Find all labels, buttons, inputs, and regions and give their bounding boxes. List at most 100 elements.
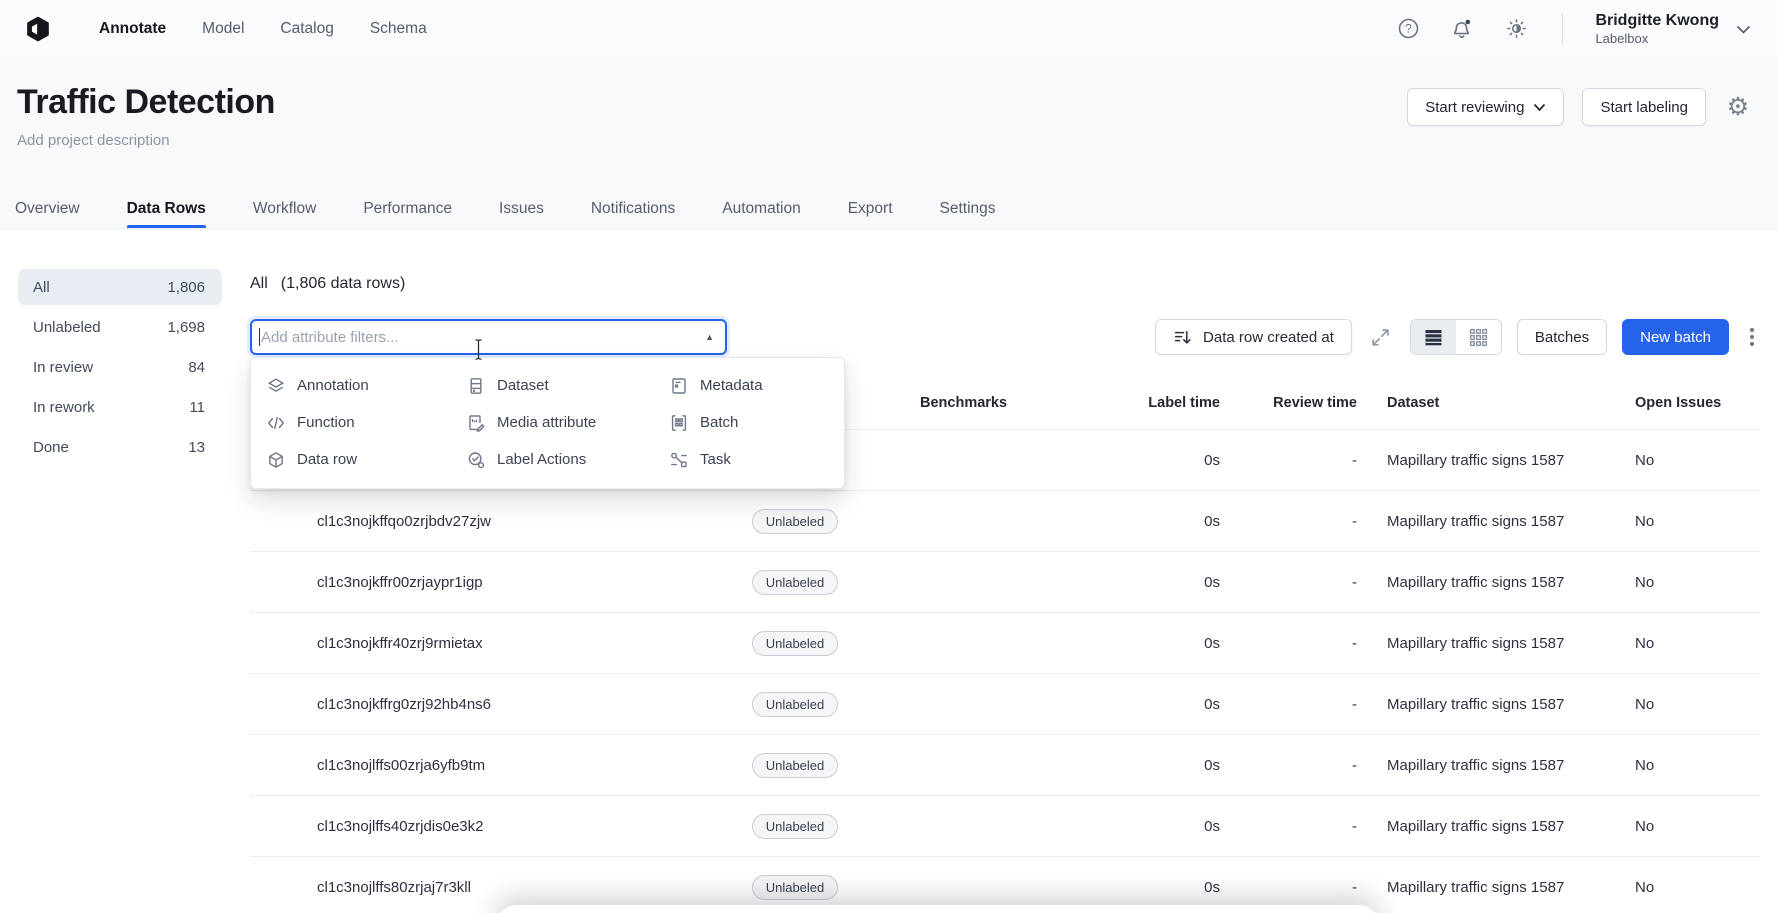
- project-settings-gear-icon[interactable]: ⚙: [1724, 93, 1752, 121]
- user-org: Labelbox: [1595, 31, 1649, 46]
- header-review-time[interactable]: Review time: [1220, 395, 1357, 411]
- filter-menu-item-function[interactable]: Function: [266, 404, 466, 441]
- sort-by-button[interactable]: Data row created at: [1155, 319, 1352, 355]
- start-reviewing-button[interactable]: Start reviewing: [1407, 88, 1565, 126]
- top-nav: Annotate Model Catalog Schema ? Bridgitt…: [0, 0, 1777, 57]
- status-filter-count: 84: [188, 358, 205, 376]
- grid-view-icon[interactable]: [1456, 320, 1501, 354]
- data-row-id[interactable]: cl1c3nojkffqo0zrjbdv27zjw: [250, 513, 690, 530]
- review-time-cell: -: [1352, 817, 1357, 835]
- label-actions-icon: [466, 450, 486, 470]
- project-tabs: Overview Data Rows Workflow Performance Issu…: [0, 189, 1777, 229]
- status-filter-label: In rework: [33, 398, 95, 416]
- user-menu[interactable]: Bridgitte Kwong Labelbox: [1595, 11, 1752, 46]
- filter-menu-item-data-row[interactable]: Data row: [266, 441, 466, 478]
- open-issues-cell: No: [1635, 878, 1655, 896]
- table-row[interactable]: cl1c3nojkffr40zrj9rmietax Unlabeled 0s -…: [250, 612, 1760, 673]
- tab[interactable]: Workflow: [253, 189, 316, 228]
- nav-item[interactable]: Catalog: [280, 20, 333, 38]
- data-row-id[interactable]: cl1c3nojkffr40zrj9rmietax: [250, 635, 690, 652]
- table-body: 0s - Mapillary traffic signs 1587 No cl1…: [250, 429, 1760, 913]
- data-row-id[interactable]: cl1c3nojkffr00zrjaypr1igp: [250, 574, 690, 591]
- table-row[interactable]: cl1c3nojlffs00zrja6yfb9tm Unlabeled 0s -…: [250, 734, 1760, 795]
- table-row[interactable]: cl1c3nojkffqo0zrjbdv27zjw Unlabeled 0s -…: [250, 490, 1760, 551]
- dataset-cell: Mapillary traffic signs 1587: [1387, 756, 1565, 774]
- data-row-id[interactable]: cl1c3nojlffs00zrja6yfb9tm: [250, 757, 690, 774]
- tab[interactable]: Settings: [940, 189, 996, 228]
- filter-menu-item-batch[interactable]: Batch: [669, 404, 831, 441]
- data-row-id[interactable]: cl1c3nojlffs80zrjaj7r3kll: [250, 879, 690, 896]
- data-row-icon: [266, 450, 286, 470]
- status-filter-item[interactable]: In rework 11: [18, 389, 222, 425]
- filter-menu-item-task[interactable]: Task: [669, 441, 831, 478]
- dataset-cell: Mapillary traffic signs 1587: [1387, 817, 1565, 835]
- tab[interactable]: Performance: [363, 189, 452, 228]
- bottom-overlay-shadow: [495, 905, 1380, 913]
- review-time-cell: -: [1352, 451, 1357, 469]
- header-dataset[interactable]: Dataset: [1357, 395, 1605, 411]
- table-row[interactable]: cl1c3nojlffs40zrjdis0e3k2 Unlabeled 0s -…: [250, 795, 1760, 856]
- nav-divider: [1562, 12, 1564, 45]
- new-batch-button[interactable]: New batch: [1622, 319, 1729, 355]
- header-label-time[interactable]: Label time: [1070, 395, 1220, 411]
- project-description-placeholder[interactable]: Add project description: [17, 132, 1752, 149]
- content-area: All 1,806 Unlabeled 1,698 In review 84 I…: [0, 229, 1777, 913]
- toolbar-right: Data row created at Batches New batch: [1155, 319, 1760, 355]
- svg-text:?: ?: [1405, 22, 1412, 36]
- review-time-cell: -: [1352, 756, 1357, 774]
- tab[interactable]: Overview: [15, 189, 80, 228]
- status-filter-label: In review: [33, 358, 94, 376]
- dataset-cell: Mapillary traffic signs 1587: [1387, 878, 1565, 896]
- data-row-id[interactable]: cl1c3nojkffrg0zrj92hb4ns6: [250, 696, 690, 713]
- status-filter-item[interactable]: All 1,806: [18, 269, 222, 305]
- help-icon[interactable]: ?: [1394, 15, 1422, 43]
- status-filter-item[interactable]: In review 84: [18, 349, 222, 385]
- header-benchmarks[interactable]: Benchmarks: [900, 395, 1070, 411]
- tab[interactable]: Data Rows: [126, 189, 207, 228]
- status-badge: Unlabeled: [751, 630, 839, 656]
- batches-button[interactable]: Batches: [1516, 319, 1608, 355]
- tab[interactable]: Issues: [499, 189, 544, 228]
- filter-menu-item-dataset[interactable]: Dataset: [466, 367, 669, 404]
- label-time-cell: 0s: [1204, 573, 1220, 591]
- expand-view-icon[interactable]: [1367, 323, 1395, 351]
- open-issues-cell: No: [1635, 695, 1655, 713]
- labelbox-logo-icon[interactable]: [25, 16, 51, 42]
- top-nav-right: ? Bridgitte Kwong Labelbox: [1394, 11, 1752, 46]
- status-badge: Unlabeled: [751, 569, 839, 595]
- start-labeling-button[interactable]: Start labeling: [1582, 88, 1706, 126]
- status-filter-item[interactable]: Done 13: [18, 429, 222, 465]
- nav-item[interactable]: Schema: [370, 20, 427, 38]
- more-options-kebab-icon[interactable]: [1744, 324, 1760, 350]
- user-name: Bridgitte Kwong: [1595, 12, 1719, 29]
- data-rows-summary: All (1,806 data rows): [250, 275, 406, 292]
- nav-item[interactable]: Annotate: [99, 20, 166, 38]
- table-row[interactable]: cl1c3nojkffr00zrjaypr1igp Unlabeled 0s -…: [250, 551, 1760, 612]
- dataset-icon: [466, 376, 486, 396]
- status-badge: Unlabeled: [751, 508, 839, 534]
- attribute-filter-menu: Annotation Dataset Metadata Function Med…: [250, 357, 845, 489]
- status-badge: Unlabeled: [751, 874, 839, 900]
- list-view-icon[interactable]: [1410, 320, 1456, 354]
- nav-item[interactable]: Model: [202, 20, 244, 38]
- attribute-filter-input[interactable]: [250, 319, 727, 355]
- annotation-icon: [266, 376, 286, 396]
- filter-menu-item-label-actions[interactable]: Label Actions: [466, 441, 669, 478]
- notifications-bell-icon[interactable]: [1448, 15, 1476, 43]
- page-header: Traffic Detection Add project descriptio…: [0, 57, 1777, 189]
- data-row-id[interactable]: cl1c3nojlffs40zrjdis0e3k2: [250, 818, 690, 835]
- theme-brightness-icon[interactable]: [1502, 15, 1530, 43]
- table-row[interactable]: cl1c3nojkffrg0zrj92hb4ns6 Unlabeled 0s -…: [250, 673, 1760, 734]
- tab[interactable]: Automation: [722, 189, 800, 228]
- tab[interactable]: Export: [848, 189, 893, 228]
- tab[interactable]: Notifications: [591, 189, 675, 228]
- label-time-cell: 0s: [1204, 512, 1220, 530]
- metadata-icon: [669, 376, 689, 396]
- filter-menu-item-annotation[interactable]: Annotation: [266, 367, 466, 404]
- status-filter-item[interactable]: Unlabeled 1,698: [18, 309, 222, 345]
- header-open-issues[interactable]: Open Issues: [1605, 395, 1760, 411]
- filter-menu-item-metadata[interactable]: Metadata: [669, 367, 831, 404]
- filter-menu-item-media-attribute[interactable]: Media attribute: [466, 404, 669, 441]
- status-filter-count: 1,806: [167, 278, 205, 296]
- open-issues-cell: No: [1635, 512, 1655, 530]
